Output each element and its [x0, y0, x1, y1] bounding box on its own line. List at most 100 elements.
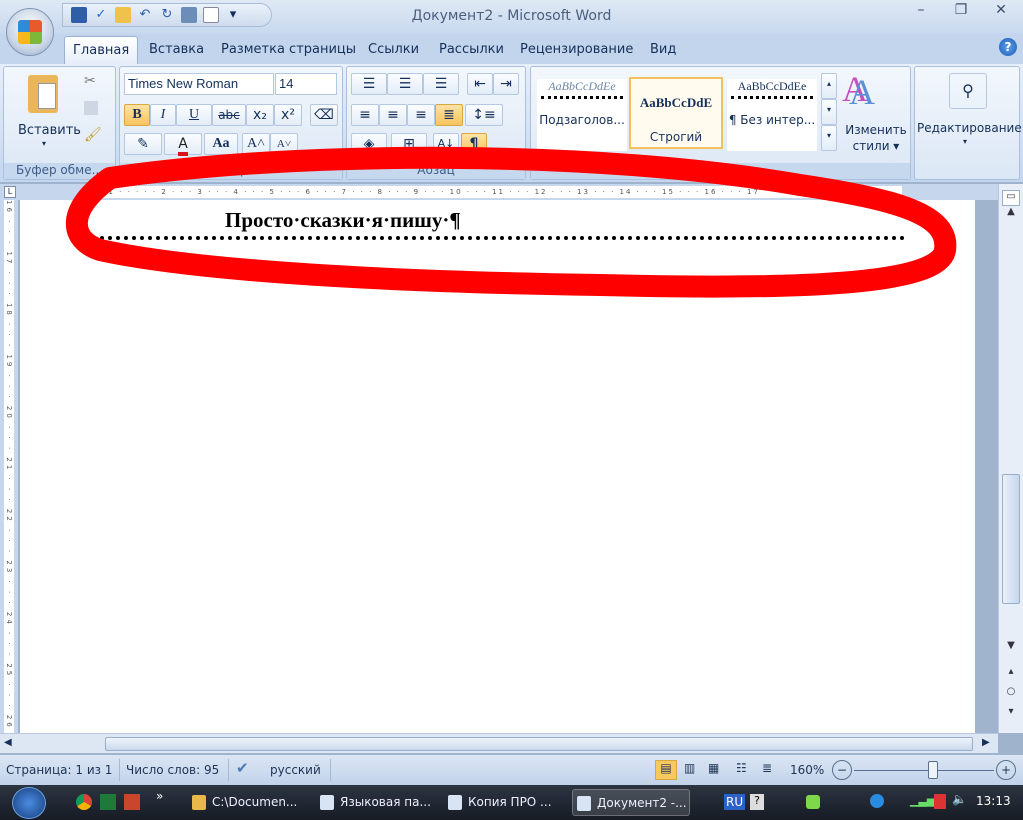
italic-button[interactable]: I [150, 104, 176, 126]
vertical-scrollbar[interactable]: ▭ ▲ ▼ ▴ ○ ▾ [998, 184, 1023, 733]
taskbar-item-copy-doc[interactable]: Копия ПРО ... [444, 789, 562, 816]
tray-app-icon[interactable] [806, 795, 820, 809]
grow-font-button[interactable]: A˄ [242, 133, 270, 155]
open-icon[interactable] [115, 7, 131, 23]
restore-button[interactable]: ❐ [950, 2, 972, 20]
full-screen-reading-icon[interactable]: ▥ [684, 761, 695, 775]
outline-view-icon[interactable]: ☷ [736, 761, 747, 775]
copy-icon[interactable] [84, 101, 98, 115]
horizontal-scroll-thumb[interactable] [105, 737, 973, 751]
line-spacing-icon[interactable]: ↕≡ [465, 104, 503, 126]
zoom-slider-thumb[interactable] [928, 761, 938, 779]
taskbar-item-document2[interactable]: Документ2 -... [572, 789, 690, 816]
align-center-icon[interactable]: ≡ [379, 104, 407, 126]
info-tray-icon[interactable] [870, 794, 884, 808]
font-name-select[interactable]: Times New Roman [124, 73, 274, 95]
minimize-button[interactable]: – [910, 2, 932, 20]
bold-button[interactable]: B [124, 104, 150, 126]
scroll-left-button[interactable]: ◀ [4, 737, 12, 748]
help-tray-icon[interactable]: ? [750, 794, 764, 810]
web-layout-icon[interactable]: ▦ [708, 761, 719, 775]
zoom-slider[interactable] [854, 770, 994, 771]
tab-insert[interactable]: Вставка [149, 42, 204, 57]
network-signal-icon[interactable]: ▁▃▅ [910, 794, 935, 807]
font-color-button[interactable]: A [164, 133, 202, 156]
next-page-button[interactable]: ▾ [1002, 706, 1020, 722]
increase-indent-icon[interactable]: ⇥ [493, 73, 519, 95]
style-strong[interactable]: AaBbCcDdE Строгий [629, 77, 723, 149]
document-page[interactable]: Просто·сказки·я·пишу·¶ [20, 200, 975, 733]
select-browse-object-button[interactable]: ○ [1002, 686, 1020, 702]
scroll-up-button[interactable]: ▲ [1002, 206, 1020, 222]
customize-icon[interactable]: ▾ [225, 7, 241, 23]
paste-button[interactable]: Вставить [18, 123, 81, 138]
underline-button[interactable]: U [176, 104, 212, 126]
print-preview-icon[interactable] [203, 7, 219, 23]
styles-more[interactable]: ▾ [821, 125, 837, 151]
draft-view-icon[interactable]: ≣ [762, 761, 772, 775]
zoom-out-button[interactable]: − [832, 760, 852, 780]
clock[interactable]: 13:13 [976, 794, 1011, 808]
font-size-select[interactable]: 14 [275, 73, 337, 95]
shading-icon[interactable]: ◈ [351, 133, 387, 155]
print-layout-icon[interactable] [181, 7, 197, 23]
scroll-down-button[interactable]: ▼ [1002, 640, 1020, 656]
zoom-in-button[interactable]: + [996, 760, 1016, 780]
shrink-font-button[interactable]: A˅ [270, 133, 298, 155]
clear-formatting-icon[interactable]: ⌫ [310, 104, 338, 126]
horizontal-scrollbar[interactable]: ◀ ▶ [0, 733, 998, 753]
show-marks-button[interactable]: ¶ [461, 133, 487, 155]
taskbar-item-language-bar[interactable]: Языковая па... [316, 789, 434, 816]
cut-icon[interactable]: ✂ [84, 73, 96, 89]
highlight-icon[interactable]: ✎ [124, 133, 162, 155]
zoom-level[interactable]: 160% [790, 763, 824, 777]
scroll-right-button[interactable]: ▶ [982, 737, 990, 748]
page-count[interactable]: Страница: 1 из 1 [6, 763, 112, 777]
borders-icon[interactable]: ⊞ [391, 133, 427, 155]
change-case-button[interactable]: Aa [204, 133, 238, 155]
sort-icon[interactable]: A↓ [433, 133, 459, 155]
tab-page-layout[interactable]: Разметка страницы [221, 42, 356, 57]
styles-scroll-down[interactable]: ▾ [821, 99, 837, 125]
start-button[interactable] [12, 787, 46, 819]
word-count[interactable]: Число слов: 95 [126, 763, 219, 777]
tab-selector-button[interactable]: L [4, 186, 16, 198]
tab-review[interactable]: Рецензирование [520, 42, 633, 57]
print-layout-view-icon[interactable]: ▤ [655, 760, 677, 780]
subscript-button[interactable]: x₂ [246, 104, 274, 126]
format-painter-icon[interactable]: 🖌 [84, 127, 102, 143]
styles-scroll-up[interactable]: ▴ [821, 73, 837, 99]
taskbar-item-explorer[interactable]: C:\Documen... [188, 789, 306, 816]
excel-icon[interactable] [100, 794, 116, 810]
redo-icon[interactable]: ↻ [159, 7, 175, 23]
numbering-icon[interactable]: ☰ [387, 73, 423, 95]
tab-home[interactable]: Главная [64, 36, 139, 64]
superscript-button[interactable]: x² [274, 104, 302, 126]
decrease-indent-icon[interactable]: ⇤ [467, 73, 493, 95]
help-icon[interactable]: ? [999, 38, 1017, 56]
tab-view[interactable]: Вид [650, 42, 676, 57]
change-styles-button[interactable]: Изменить стили ▾ [843, 122, 909, 154]
tab-mailings[interactable]: Рассылки [439, 42, 504, 57]
save-icon[interactable] [71, 7, 87, 23]
horizontal-ruler[interactable]: L · 1 · · · · · 2 · · · 3 · · · 4 · · · … [0, 184, 998, 200]
vertical-scroll-thumb[interactable] [1002, 474, 1020, 604]
tray-m-icon[interactable] [934, 794, 946, 809]
tab-references[interactable]: Ссылки [368, 42, 419, 57]
document-heading[interactable]: Просто·сказки·я·пишу·¶ [225, 208, 461, 233]
language-switch[interactable]: RU [724, 794, 746, 810]
align-right-icon[interactable]: ≡ [407, 104, 435, 126]
previous-page-button[interactable]: ▴ [1002, 666, 1020, 682]
justify-icon[interactable]: ≣ [435, 104, 463, 126]
view-ruler-button[interactable]: ▭ [1002, 190, 1020, 206]
undo-icon[interactable]: ↶ [137, 7, 153, 23]
vertical-ruler[interactable]: 16 · · · 17 · · · 18 · · · 19 · · · 20 ·… [0, 200, 18, 733]
close-button[interactable]: ✕ [990, 2, 1012, 20]
strikethrough-button[interactable]: abc [212, 104, 246, 126]
multilevel-list-icon[interactable]: ☰ [423, 73, 459, 95]
style-subtitle[interactable]: AaBbCcDdEe Подзаголов... [537, 79, 627, 151]
powerpoint-icon[interactable] [124, 794, 140, 810]
chrome-icon[interactable] [76, 794, 92, 810]
editing-button[interactable]: Редактирование [917, 121, 1022, 135]
volume-icon[interactable]: 🔈 [952, 792, 967, 806]
